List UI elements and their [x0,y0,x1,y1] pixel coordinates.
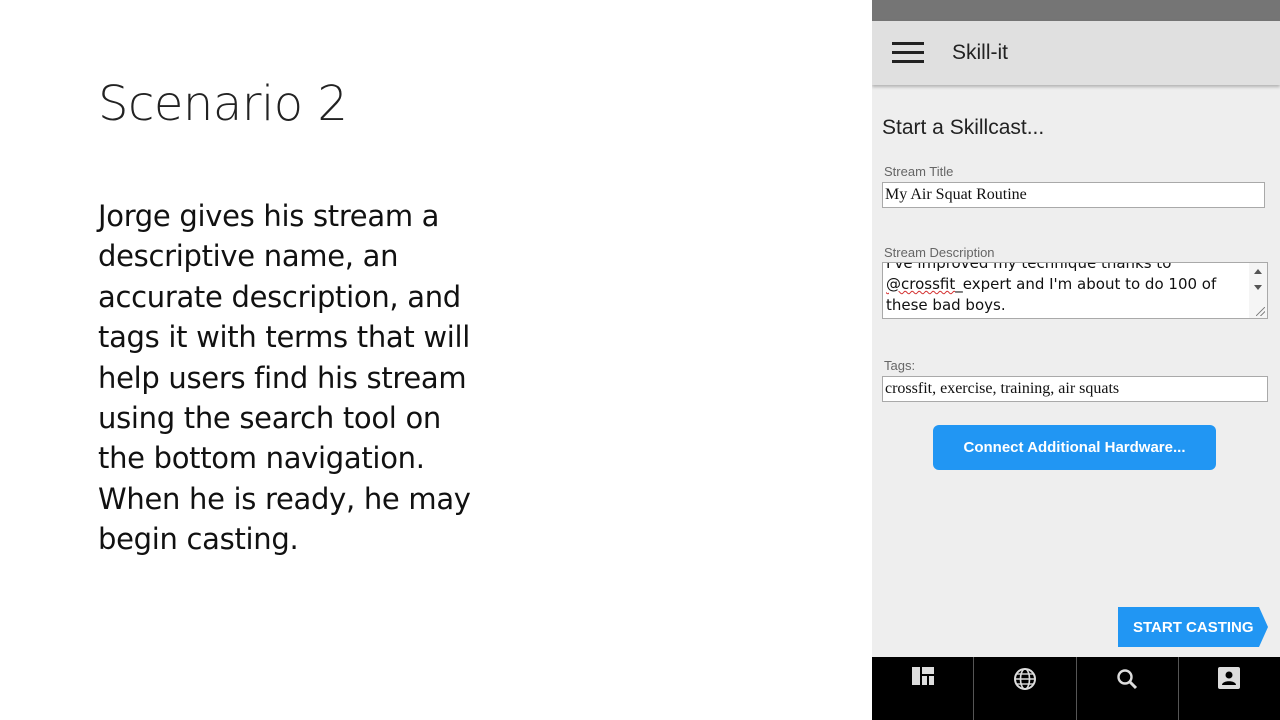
connect-hardware-button[interactable]: Connect Additional Hardware... [933,425,1216,470]
stream-title-label: Stream Title [884,164,954,179]
tags-label: Tags: [884,358,916,373]
stream-title-input[interactable]: My Air Squat Routine [882,182,1265,208]
resize-grip-icon[interactable] [1256,307,1265,316]
nav-item-search[interactable] [1077,657,1179,720]
bottom-navigation [872,657,1280,720]
slide-title: Scenario 2 [98,76,348,132]
app-bar: Skill-it [872,21,1280,85]
nav-item-profile[interactable] [1179,657,1280,720]
scroll-up-arrow-icon[interactable] [1254,269,1262,274]
app-title: Skill-it [952,41,1008,64]
tags-input[interactable]: crossfit, exercise, training, air squats [882,376,1268,402]
start-casting-button[interactable]: START CASTING [1118,607,1268,647]
dashboard-icon [911,667,934,685]
nav-item-globe[interactable] [974,657,1077,720]
stream-description-text: I've improved my technique thanks to @cr… [886,262,1217,314]
stream-description-textarea[interactable]: I've improved my technique thanks to @cr… [882,262,1268,319]
profile-icon [1218,667,1241,689]
status-bar [872,0,1280,21]
form-heading: Start a Skillcast... [882,116,1045,139]
search-icon [1117,669,1138,690]
mention-text: @crossfit [886,275,956,293]
slide-body: Jorge gives his stream a descriptive nam… [98,199,471,557]
nav-item-dashboard[interactable] [872,657,975,720]
scroll-down-arrow-icon[interactable] [1254,285,1262,290]
phone-mockup: Skill-it Start a Skillcast... Stream Tit… [872,0,1280,720]
stream-description-label: Stream Description [884,245,995,260]
hamburger-menu-icon[interactable] [892,42,924,64]
globe-icon [1013,668,1036,690]
